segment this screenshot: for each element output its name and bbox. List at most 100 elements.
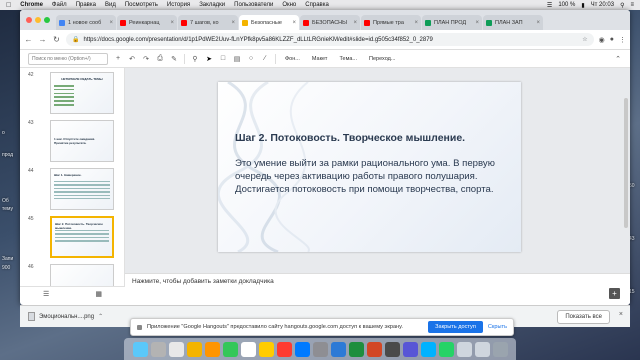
close-window-button[interactable] [26, 17, 32, 23]
url-text[interactable]: https://docs.google.com/presentation/d/1… [83, 37, 432, 43]
photos-icon[interactable] [204, 341, 220, 357]
menubar-item-window[interactable]: Окно [282, 2, 296, 8]
grid-view-icon[interactable]: ▦ [95, 290, 102, 298]
list-view-icon[interactable]: ☰ [43, 290, 49, 298]
browser-tab[interactable]: Реинкарнац × [117, 15, 177, 30]
speaker-notes-panel[interactable]: Нажмите, чтобы добавить заметки докладчи… [125, 273, 630, 305]
slide-thumbnail-row[interactable]: 42 НЕТЕРЕЕЛЕ ИЗДАТЬ ТЕМЫ [20, 70, 124, 116]
browser-tab-active[interactable]: Безопасные × [239, 15, 299, 30]
menubar-item-history[interactable]: История [167, 2, 190, 8]
whatsapp-icon[interactable] [438, 341, 454, 357]
slide-thumbnail[interactable] [50, 264, 114, 286]
browser-tab[interactable]: БЕЗОПАСНЫ × [300, 15, 360, 30]
word-icon[interactable] [330, 341, 346, 357]
chevron-up-icon[interactable]: ⌃ [98, 313, 103, 320]
show-all-downloads-button[interactable]: Показать все [557, 310, 610, 324]
skype-icon[interactable] [420, 341, 436, 357]
menubar-item-help[interactable]: Справка [305, 2, 329, 8]
folder-icon[interactable] [456, 341, 472, 357]
print-icon[interactable]: ⎙ [156, 55, 164, 63]
close-tab-icon[interactable]: × [231, 20, 235, 26]
excel-icon[interactable] [348, 341, 364, 357]
text-box-icon[interactable]: □ [219, 55, 227, 62]
settings-icon[interactable] [312, 341, 328, 357]
select-cursor-icon[interactable]: ➤ [205, 55, 213, 63]
paint-format-icon[interactable]: ✎ [170, 55, 178, 63]
menubar-item-file[interactable]: Файл [52, 2, 67, 8]
current-slide[interactable]: Шаг 2. Потоковость. Творческое мышление.… [218, 82, 521, 252]
slide-body-text[interactable]: Это умение выйти за рамки рационального … [235, 157, 515, 196]
transition-button[interactable]: Переход... [366, 55, 398, 63]
facetime-icon[interactable] [222, 341, 238, 357]
close-tab-icon[interactable]: × [353, 20, 357, 26]
theme-button[interactable]: Тема... [336, 55, 360, 63]
battery-percent[interactable]: 100 % [558, 2, 575, 8]
line-icon[interactable]: ∕ [261, 55, 269, 62]
slide-thumbnail[interactable]: Шаг 1. Намерение. [50, 168, 114, 210]
hide-notice-link[interactable]: Скрыть [488, 324, 507, 330]
explore-button[interactable]: + [609, 288, 620, 299]
close-tab-icon[interactable]: × [109, 20, 113, 26]
slide-thumbnail-row[interactable]: 43 1 шаг. Отпустите ожидания. Принятие р… [20, 118, 124, 164]
browser-tab[interactable]: ПЛАН ЗАП × [483, 15, 543, 30]
menubar-item-bookmarks[interactable]: Закладки [199, 2, 225, 8]
calendar-icon[interactable] [240, 341, 256, 357]
downloads-folder-icon[interactable] [474, 341, 490, 357]
background-button[interactable]: Фон... [282, 55, 303, 63]
search-icon[interactable]: ⚲ [620, 2, 624, 9]
chrome-icon[interactable] [186, 341, 202, 357]
close-tab-icon[interactable]: × [292, 20, 296, 26]
finder-icon[interactable] [132, 341, 148, 357]
reload-icon[interactable]: ↻ [52, 35, 61, 44]
battery-icon[interactable]: ▮ [581, 2, 584, 9]
notes-icon[interactable] [258, 341, 274, 357]
redo-icon[interactable]: ↷ [142, 55, 150, 63]
bookmark-star-icon[interactable]: ☆ [582, 36, 587, 43]
minimize-window-button[interactable] [35, 17, 41, 23]
powerpoint-icon[interactable] [366, 341, 382, 357]
back-arrow-icon[interactable]: ← [24, 35, 33, 44]
undo-icon[interactable]: ↶ [128, 55, 136, 63]
menubar-app-name[interactable]: Chrome [20, 2, 43, 8]
menu-list-icon[interactable]: ≡ [630, 2, 634, 8]
zoom-window-button[interactable] [44, 17, 50, 23]
slide-thumbnail-row[interactable]: 46 [20, 262, 124, 286]
download-filename[interactable]: Эмоциональн....png [39, 314, 94, 320]
download-item[interactable]: Эмоциональн....png ⌃ [28, 312, 103, 321]
menubar-item-look[interactable]: Посмотреть [125, 2, 158, 8]
trash-icon[interactable] [492, 341, 508, 357]
add-slide-icon[interactable]: + [114, 55, 122, 62]
slide-thumbnail-selected[interactable]: Шаг 2. Потоковость. Творческое мышление. [50, 216, 114, 258]
speaker-notes-placeholder[interactable]: Нажмите, чтобы добавить заметки докладчи… [132, 278, 274, 285]
menubar-item-edit[interactable]: Правка [76, 2, 96, 8]
avatar[interactable]: ● [610, 36, 614, 43]
browser-tab[interactable]: 1 новое сооб × [56, 15, 116, 30]
close-tab-icon[interactable]: × [475, 20, 479, 26]
browser-tab[interactable]: ПЛАН ПРОД × [422, 15, 482, 30]
slide-title[interactable]: Шаг 2. Потоковость. Творческое мышление. [235, 132, 515, 144]
address-bar[interactable]: 🔒 https://docs.google.com/presentation/d… [66, 33, 594, 46]
browser-tab[interactable]: 7 шагов, ко × [178, 15, 238, 30]
menubar-clock[interactable]: Чт 20:03 [591, 2, 614, 8]
app-store-icon[interactable] [294, 341, 310, 357]
slide-thumbnail-row-selected[interactable]: 45 Шаг 2. Потоковость. Творческое мышлен… [20, 214, 124, 260]
menubar-item-users[interactable]: Пользователи [234, 2, 273, 8]
launchpad-icon[interactable] [150, 341, 166, 357]
browser-tab[interactable]: Прямые тра × [361, 15, 421, 30]
vertical-scrollbar[interactable] [624, 98, 628, 228]
slide-thumbnail[interactable]: 1 шаг. Отпустите ожидания. Принятие резу… [50, 120, 114, 162]
image-icon[interactable]: ▤ [233, 55, 241, 63]
stop-sharing-button[interactable]: Закрыть доступ [428, 321, 483, 333]
terminal-icon[interactable] [384, 341, 400, 357]
apple-icon[interactable]:  [6, 2, 11, 9]
close-tab-icon[interactable]: × [536, 20, 540, 26]
close-tab-icon[interactable]: × [170, 20, 174, 26]
music-icon[interactable] [276, 341, 292, 357]
wifi-icon[interactable]: ☰ [547, 2, 552, 9]
chrome-menu-icon[interactable]: ⋮ [619, 36, 626, 44]
close-icon[interactable]: × [619, 311, 623, 318]
collapse-toolbar-icon[interactable]: ⌃ [614, 55, 622, 63]
search-menu-input[interactable]: Поиск по меню (Option+/) [28, 52, 108, 65]
lock-icon[interactable]: 🔒 [72, 36, 79, 43]
slide-thumbnail-row[interactable]: 44 Шаг 1. Намерение. [20, 166, 124, 212]
